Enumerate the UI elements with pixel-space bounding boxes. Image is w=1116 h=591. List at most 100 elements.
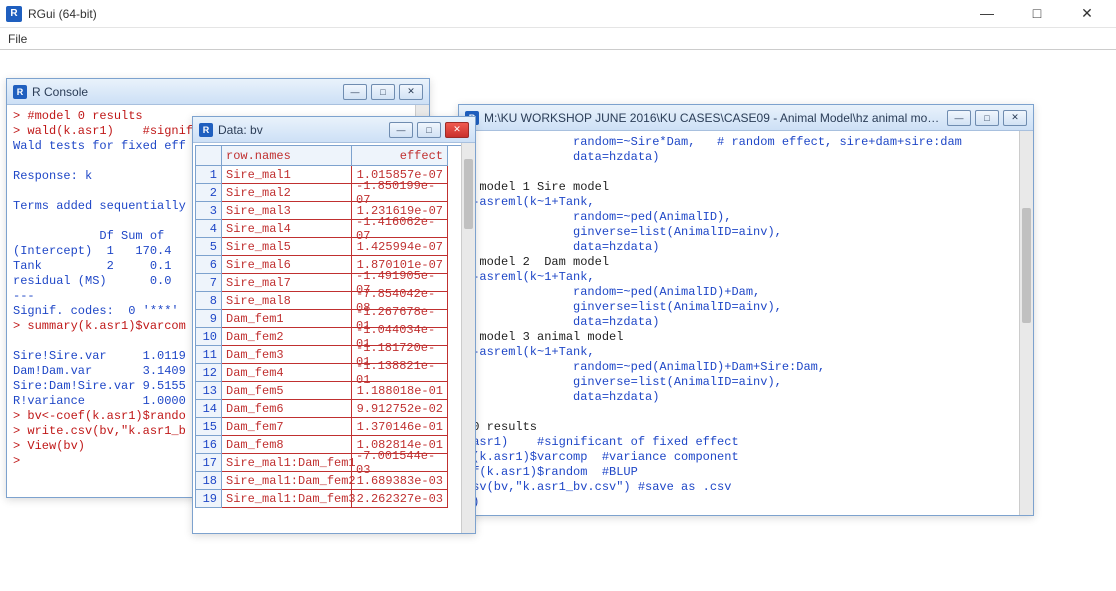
cell-rownames[interactable]: Dam_fem7 (222, 418, 352, 436)
editor-line: l model 2 Dam model (465, 255, 609, 269)
cell-effect[interactable]: 2.262327e-03 (352, 490, 448, 508)
cell-rownames[interactable]: Sire_mal2 (222, 184, 352, 202)
cell-rownames[interactable]: Sire_mal1:Dam_fem3 (222, 490, 352, 508)
editor-titlebar[interactable]: R M:\KU WORKSHOP JUNE 2016\KU CASES\CASE… (459, 105, 1033, 131)
console-line: > write.csv(bv,"k.asr1_b (13, 424, 186, 438)
cell-rownames[interactable]: Sire_mal8 (222, 292, 352, 310)
cell-rownames[interactable]: Dam_fem1 (222, 310, 352, 328)
mdi-client-area: R R Console — □ ✕ > #model 0 results > w… (0, 50, 1116, 591)
row-index: 2 (196, 184, 222, 202)
row-index: 10 (196, 328, 222, 346)
console-close-button[interactable]: ✕ (399, 84, 423, 100)
table-row[interactable]: 15Dam_fem71.370146e-01 (196, 418, 473, 436)
editor-line: random=~ped(AnimalID)+Dam, (465, 285, 760, 299)
editor-line: ef(k.asr1)$random #BLUP (465, 465, 638, 479)
cell-effect[interactable]: 1.188018e-01 (352, 382, 448, 400)
dataview-window[interactable]: R Data: bv — □ ✕ row.nameseffect1Sire_ma… (192, 116, 476, 534)
editor-close-button[interactable]: ✕ (1003, 110, 1027, 126)
cell-rownames[interactable]: Sire_mal1:Dam_fem1 (222, 454, 352, 472)
menu-file[interactable]: File (8, 32, 27, 46)
cell-effect[interactable]: 9.912752e-02 (352, 400, 448, 418)
table-row[interactable]: 13Dam_fem51.188018e-01 (196, 382, 473, 400)
row-index: 3 (196, 202, 222, 220)
editor-line: y(k.asr1)$varcomp #variance component (465, 450, 739, 464)
console-line: Dam!Dam.var 3.1409 (13, 364, 186, 378)
cell-rownames[interactable]: Sire_mal1 (222, 166, 352, 184)
cell-effect[interactable]: -1.850199e-07 (352, 184, 448, 202)
console-line: > summary(k.asr1)$varcom (13, 319, 186, 333)
row-index: 13 (196, 382, 222, 400)
cell-rownames[interactable]: Sire_mal7 (222, 274, 352, 292)
column-header[interactable]: effect (352, 146, 448, 166)
console-line: --- (13, 289, 35, 303)
table-row[interactable]: 19Sire_mal1:Dam_fem32.262327e-03 (196, 490, 473, 508)
cell-effect[interactable]: 1.425994e-07 (352, 238, 448, 256)
row-index: 5 (196, 238, 222, 256)
row-index: 19 (196, 490, 222, 508)
console-line: Tank 2 0.1 (13, 259, 171, 273)
row-index: 8 (196, 292, 222, 310)
cell-effect[interactable]: -7.001544e-03 (352, 454, 448, 472)
maximize-button[interactable]: □ (1022, 5, 1052, 22)
menubar: File (0, 28, 1116, 50)
table-row[interactable]: 4Sire_mal4-1.416062e-07 (196, 220, 473, 238)
dataview-close-button[interactable]: ✕ (445, 122, 469, 138)
cell-effect[interactable]: -1.416062e-07 (352, 220, 448, 238)
editor-line: ginverse=list(AnimalID=ainv), (465, 300, 782, 314)
app-title: RGui (64-bit) (28, 7, 97, 21)
editor-maximize-button[interactable]: □ (975, 110, 999, 126)
table-row[interactable]: 5Sire_mal51.425994e-07 (196, 238, 473, 256)
table-row[interactable]: 18Sire_mal1:Dam_fem21.689383e-03 (196, 472, 473, 490)
cell-rownames[interactable]: Dam_fem4 (222, 364, 352, 382)
cell-rownames[interactable]: Dam_fem8 (222, 436, 352, 454)
cell-rownames[interactable]: Dam_fem6 (222, 400, 352, 418)
row-index: 12 (196, 364, 222, 382)
cell-effect[interactable]: 1.689383e-03 (352, 472, 448, 490)
table-row[interactable]: 2Sire_mal2-1.850199e-07 (196, 184, 473, 202)
row-index: 16 (196, 436, 222, 454)
dataview-maximize-button[interactable]: □ (417, 122, 441, 138)
console-titlebar[interactable]: R R Console — □ ✕ (7, 79, 429, 105)
cell-rownames[interactable]: Sire_mal3 (222, 202, 352, 220)
row-index: 4 (196, 220, 222, 238)
minimize-button[interactable]: — (972, 5, 1002, 22)
table-row[interactable]: 12Dam_fem4-1.138821e-01 (196, 364, 473, 382)
editor-line: l model 3 animal model (465, 330, 623, 344)
editor-line: l model 1 Sire model (465, 180, 609, 194)
dataview-scrollbar[interactable] (461, 143, 475, 533)
console-line: Sire!Sire.var 1.0119 (13, 349, 186, 363)
console-line: Df Sum of (13, 229, 171, 243)
editor-line: .asr1) #significant of fixed effect (465, 435, 739, 449)
dataview-minimize-button[interactable]: — (389, 122, 413, 138)
data-grid[interactable]: row.nameseffect1Sire_mal11.015857e-072Si… (195, 145, 473, 508)
column-header[interactable]: row.names (222, 146, 352, 166)
editor-scrollbar[interactable] (1019, 131, 1033, 515)
cell-rownames[interactable]: Sire_mal5 (222, 238, 352, 256)
close-button[interactable]: ✕ (1072, 5, 1102, 22)
row-index: 18 (196, 472, 222, 490)
console-line: Wald tests for fixed eff (13, 139, 186, 153)
editor-line: data=hzdata) (465, 240, 659, 254)
editor-window[interactable]: R M:\KU WORKSHOP JUNE 2016\KU CASES\CASE… (458, 104, 1034, 516)
console-line: > wald(k.asr1) #signif (13, 124, 193, 138)
cell-effect[interactable]: -1.138821e-01 (352, 364, 448, 382)
editor-line: random=~Sire*Dam, # random effect, sire+… (465, 135, 962, 149)
cell-rownames[interactable]: Sire_mal6 (222, 256, 352, 274)
editor-line: csv(bv,"k.asr1_bv.csv") #save as .csv (465, 480, 731, 494)
dataview-body: row.nameseffect1Sire_mal11.015857e-072Si… (193, 143, 475, 533)
editor-body[interactable]: random=~Sire*Dam, # random effect, sire+… (459, 131, 1033, 515)
dataview-titlebar[interactable]: R Data: bv — □ ✕ (193, 117, 475, 143)
editor-minimize-button[interactable]: — (947, 110, 971, 126)
cell-rownames[interactable]: Dam_fem2 (222, 328, 352, 346)
cell-rownames[interactable]: Dam_fem3 (222, 346, 352, 364)
cell-effect[interactable]: 1.370146e-01 (352, 418, 448, 436)
cell-rownames[interactable]: Sire_mal1:Dam_fem2 (222, 472, 352, 490)
table-row[interactable]: 14Dam_fem69.912752e-02 (196, 400, 473, 418)
table-row[interactable]: 17Sire_mal1:Dam_fem1-7.001544e-03 (196, 454, 473, 472)
editor-line: <-asreml(k~1+Tank, (465, 345, 595, 359)
editor-title: M:\KU WORKSHOP JUNE 2016\KU CASES\CASE09… (484, 111, 941, 125)
cell-rownames[interactable]: Dam_fem5 (222, 382, 352, 400)
cell-rownames[interactable]: Sire_mal4 (222, 220, 352, 238)
console-minimize-button[interactable]: — (343, 84, 367, 100)
console-maximize-button[interactable]: □ (371, 84, 395, 100)
